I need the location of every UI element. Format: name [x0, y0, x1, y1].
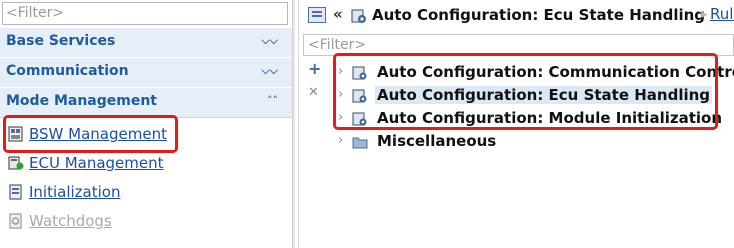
highlight-box [3, 115, 178, 153]
chevron-up-icon[interactable]: ˄˄ [267, 94, 278, 107]
remove-icon[interactable]: ✕ [308, 86, 322, 100]
view-toggle-icon[interactable] [308, 7, 326, 23]
section-label: Mode Management [6, 93, 157, 109]
chevron-down-icon[interactable]: ⌵⌵ [261, 64, 278, 78]
left-filter-input[interactable]: <Filter> [2, 2, 288, 25]
section-base-services[interactable]: Base Services ⌵⌵ [0, 28, 292, 58]
watchdog-icon [9, 213, 22, 229]
panel-splitter[interactable] [292, 0, 295, 248]
section-label: Base Services [6, 33, 116, 49]
nav-item-label: Watchdogs [29, 212, 112, 230]
page-title: Auto Configuration: Ecu State Handling [372, 6, 706, 24]
expand-arrow-icon[interactable]: › [338, 133, 343, 148]
section-communication[interactable]: Communication ⌵⌵ [0, 58, 292, 88]
left-navigation-panel: <Filter> Base Services ⌵⌵ Communication … [0, 0, 292, 248]
nav-item-label: ECU Management [29, 154, 164, 172]
editor-header: « Auto Configuration: Ecu State Handling… [301, 0, 734, 32]
back-button[interactable]: « [333, 5, 343, 23]
divider [298, 0, 299, 248]
folder-icon [352, 137, 368, 149]
rules-link[interactable]: Rules, [710, 5, 734, 23]
add-icon[interactable]: + [308, 61, 322, 77]
auto-config-icon [351, 9, 366, 23]
ecu-management-icon [8, 156, 24, 170]
chevron-down-icon[interactable]: ⌵⌵ [261, 34, 278, 48]
configuration-window: <Filter> Base Services ⌵⌵ Communication … [0, 0, 734, 248]
section-mode-management[interactable]: Mode Management ˄˄ [0, 88, 292, 118]
section-label: Communication [6, 63, 129, 79]
highlight-box [333, 53, 718, 130]
nav-item-label: Initialization [29, 183, 121, 201]
initialization-icon [9, 184, 22, 200]
breadcrumb-separator: ▸ [701, 7, 708, 22]
tree-item-label: Miscellaneous [377, 132, 497, 150]
right-editor-panel: « Auto Configuration: Ecu State Handling… [301, 0, 734, 248]
